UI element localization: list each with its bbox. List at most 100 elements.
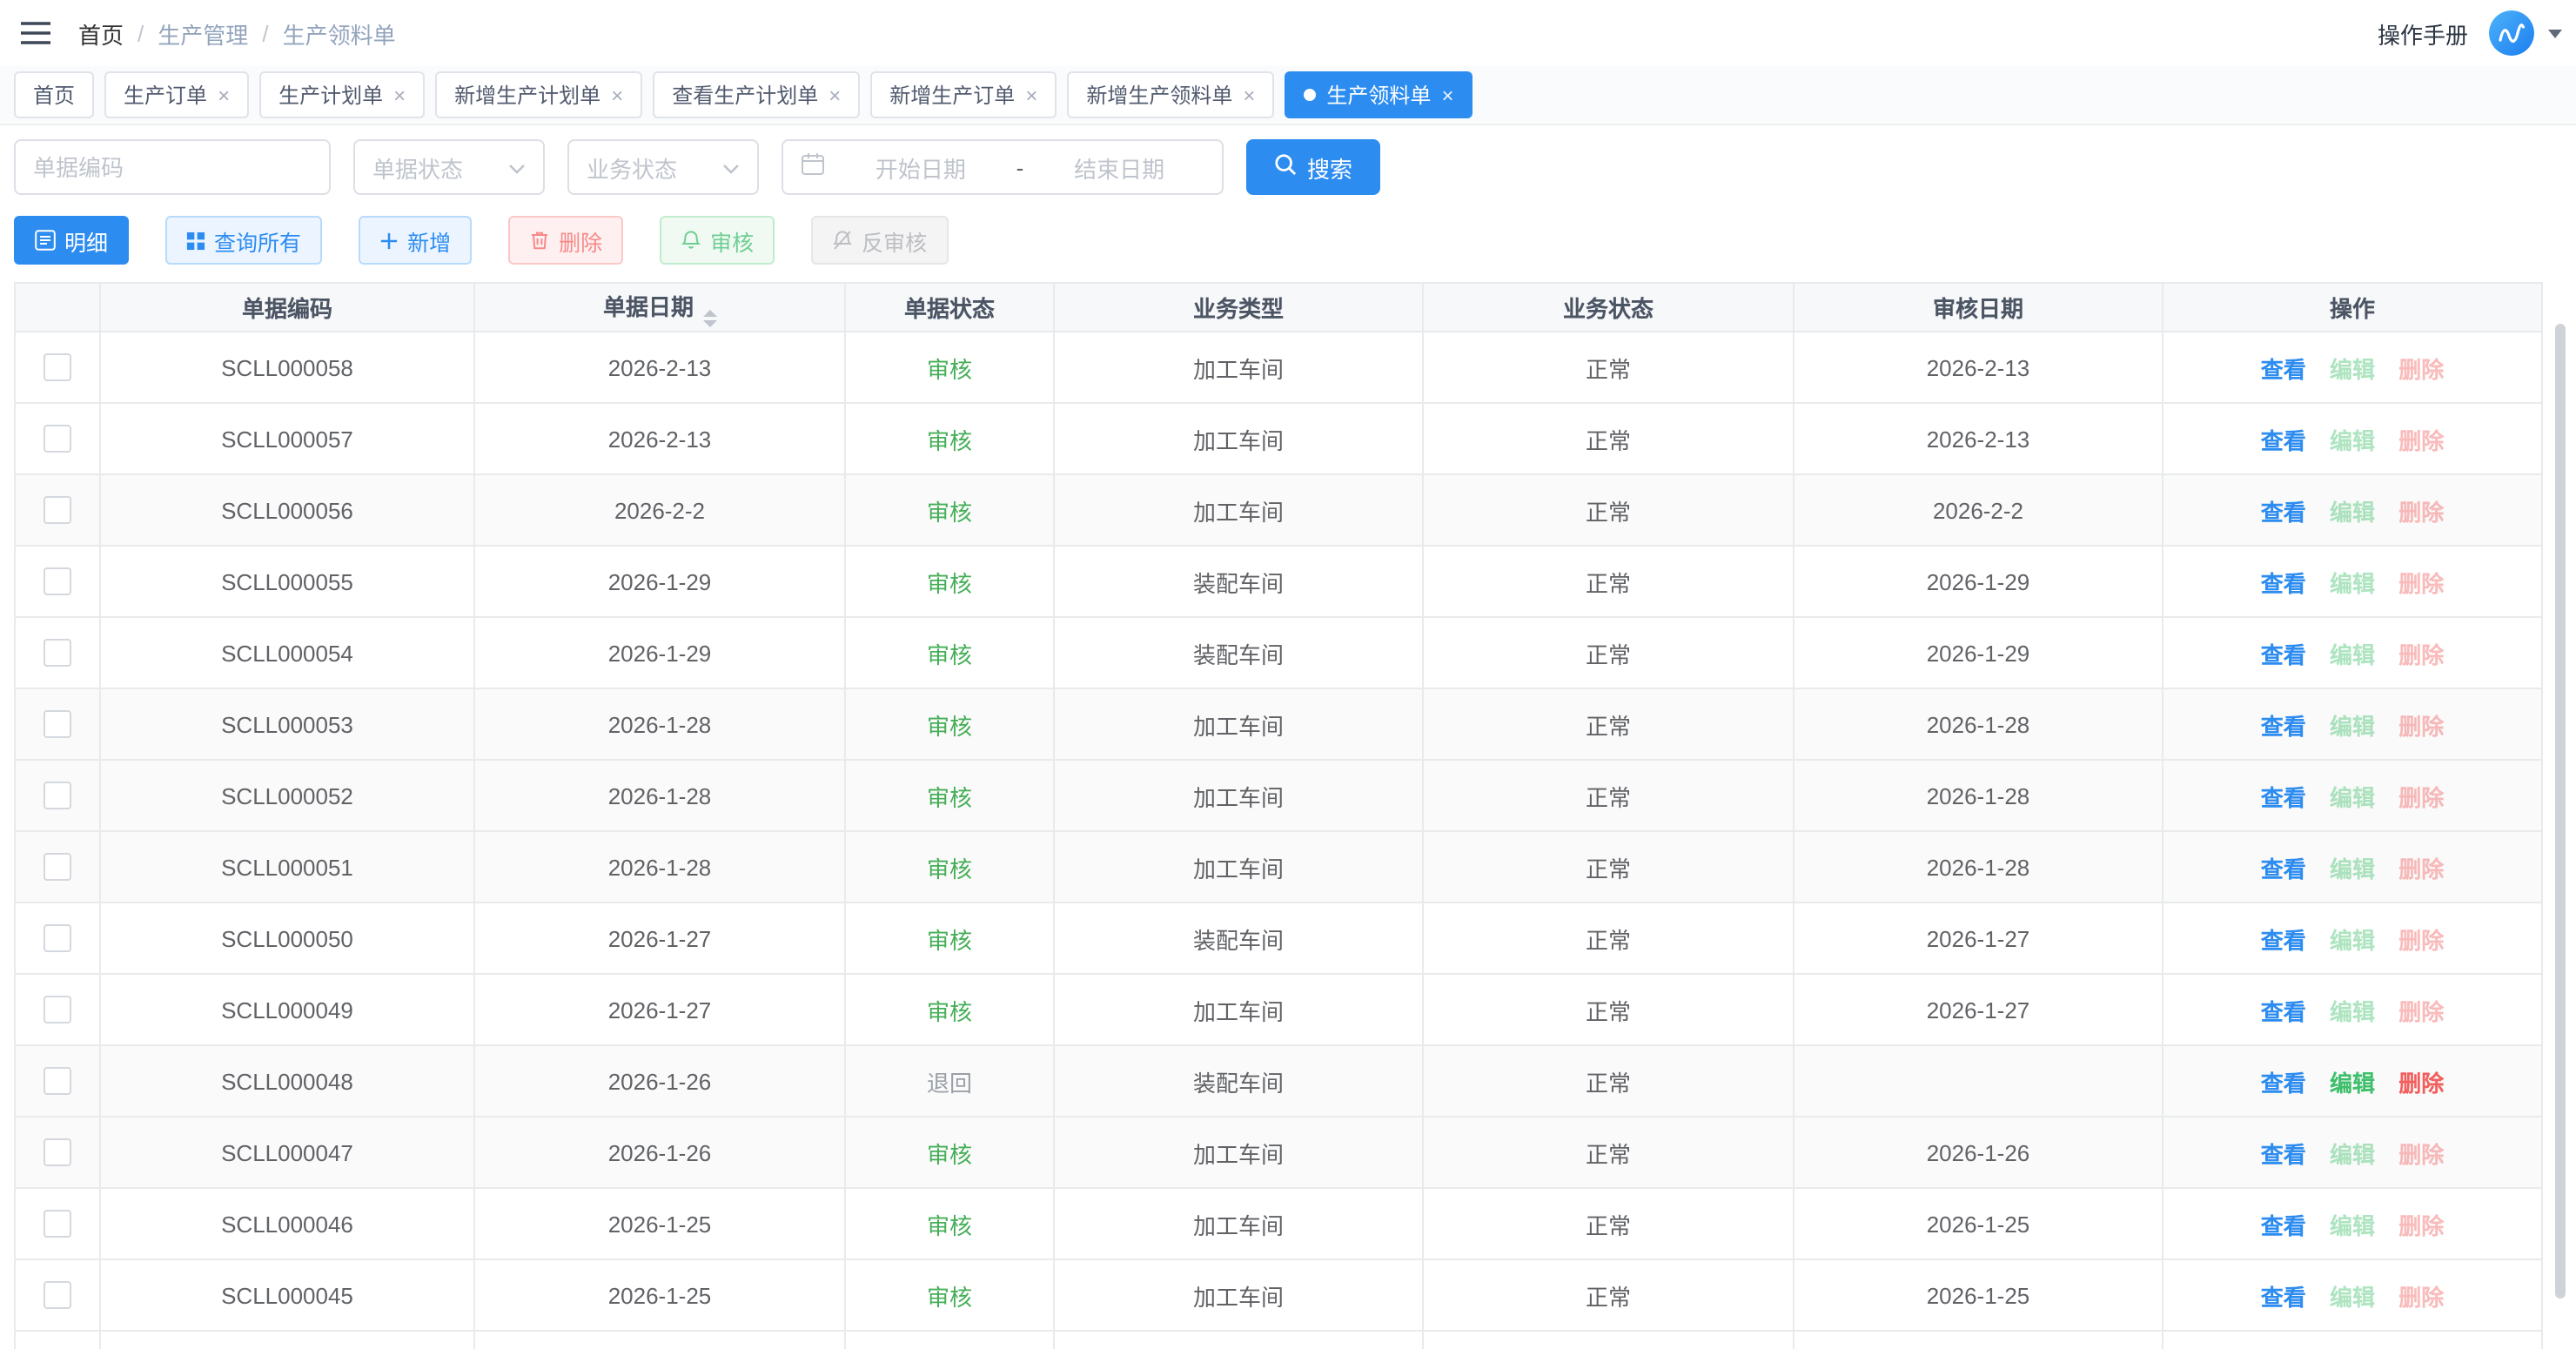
view-link[interactable]: 查看 <box>2261 641 2306 668</box>
tab-close-icon[interactable]: × <box>1441 84 1453 105</box>
manual-link[interactable]: 操作手册 <box>2378 17 2468 50</box>
view-link[interactable]: 查看 <box>2261 499 2306 525</box>
view-link[interactable]: 查看 <box>2261 1070 2306 1096</box>
row-checkbox[interactable] <box>44 640 71 668</box>
edit-link[interactable]: 编辑 <box>2330 998 2375 1024</box>
cell-audit-date: 2026-1-25 <box>1794 1259 2163 1331</box>
edit-link[interactable]: 编辑 <box>2330 641 2375 668</box>
tab-close-icon[interactable]: × <box>1025 84 1037 105</box>
row-checkbox[interactable] <box>44 1139 71 1167</box>
row-checkbox[interactable] <box>44 1068 71 1096</box>
search-button[interactable]: 搜索 <box>1246 139 1380 195</box>
cell-audit-date: 2026-2-13 <box>1794 332 2163 403</box>
edit-link[interactable]: 编辑 <box>2330 570 2375 596</box>
row-checkbox[interactable] <box>44 925 71 953</box>
delete-link[interactable]: 删除 <box>2398 784 2444 810</box>
edit-link[interactable]: 编辑 <box>2330 713 2375 739</box>
edit-link[interactable]: 编辑 <box>2330 499 2375 525</box>
delete-link[interactable]: 删除 <box>2398 1212 2444 1238</box>
row-checkbox[interactable] <box>44 997 71 1024</box>
tab[interactable]: 新增生产领料单 × <box>1067 71 1274 118</box>
delete-link[interactable]: 删除 <box>2398 713 2444 739</box>
delete-link[interactable]: 删除 <box>2398 927 2444 953</box>
delete-link[interactable]: 删除 <box>2398 641 2444 668</box>
view-link[interactable]: 查看 <box>2261 1212 2306 1238</box>
cell-biz-status: 正常 <box>1423 332 1794 403</box>
tab-close-icon[interactable]: × <box>828 84 841 105</box>
delete-button[interactable]: 删除 <box>508 216 623 265</box>
tab-close-icon[interactable]: × <box>1243 84 1255 105</box>
tab[interactable]: 首页 <box>14 71 94 118</box>
tab[interactable]: 生产订单 × <box>104 71 249 118</box>
edit-link[interactable]: 编辑 <box>2330 1212 2375 1238</box>
scrollbar-thumb[interactable] <box>2555 324 2566 1299</box>
menu-toggle-icon[interactable] <box>21 21 50 45</box>
detail-button[interactable]: 明细 <box>14 216 129 265</box>
query-all-button[interactable]: 查询所有 <box>165 216 322 265</box>
edit-link[interactable]: 编辑 <box>2330 927 2375 953</box>
tab[interactable]: 新增生产计划单 × <box>435 71 642 118</box>
table-header-row: 单据编码单据日期单据状态业务类型业务状态审核日期操作 <box>15 283 2542 332</box>
edit-link[interactable]: 编辑 <box>2330 856 2375 882</box>
row-checkbox[interactable] <box>44 711 71 739</box>
delete-link[interactable]: 删除 <box>2398 1141 2444 1167</box>
select-column-header <box>15 283 100 332</box>
view-link[interactable]: 查看 <box>2261 427 2306 453</box>
cell-doc-code: SCLL000058 <box>100 332 474 403</box>
delete-link[interactable]: 删除 <box>2398 427 2444 453</box>
delete-link[interactable]: 删除 <box>2398 1284 2444 1310</box>
avatar[interactable] <box>2489 10 2534 56</box>
view-link[interactable]: 查看 <box>2261 713 2306 739</box>
row-checkbox[interactable] <box>44 782 71 810</box>
view-link[interactable]: 查看 <box>2261 856 2306 882</box>
edit-link[interactable]: 编辑 <box>2330 1284 2375 1310</box>
view-link[interactable]: 查看 <box>2261 927 2306 953</box>
tab-close-icon[interactable]: × <box>218 84 230 105</box>
column-header[interactable]: 单据日期 <box>474 283 845 332</box>
tab[interactable]: 查看生产计划单 × <box>653 71 860 118</box>
delete-link[interactable]: 删除 <box>2398 856 2444 882</box>
edit-link[interactable]: 编辑 <box>2330 784 2375 810</box>
cell-doc-status: 审核 <box>845 760 1054 831</box>
view-link[interactable]: 查看 <box>2261 998 2306 1024</box>
row-checkbox[interactable] <box>44 854 71 882</box>
edit-link[interactable]: 编辑 <box>2330 1070 2375 1096</box>
delete-link[interactable]: 删除 <box>2398 356 2444 382</box>
doc-status-select[interactable]: 单据状态 <box>353 139 545 195</box>
sort-icon[interactable] <box>702 309 716 326</box>
row-checkbox[interactable] <box>44 497 71 525</box>
cell-doc-date: 2026-1-26 <box>474 1045 845 1117</box>
doc-code-input[interactable] <box>14 139 331 195</box>
view-link[interactable]: 查看 <box>2261 1141 2306 1167</box>
date-range-picker[interactable]: 开始日期 - 结束日期 <box>782 139 1224 195</box>
breadcrumb-home[interactable]: 首页 <box>78 17 124 50</box>
audit-button[interactable]: 审核 <box>660 216 775 265</box>
view-link[interactable]: 查看 <box>2261 570 2306 596</box>
edit-link[interactable]: 编辑 <box>2330 356 2375 382</box>
edit-link[interactable]: 编辑 <box>2330 427 2375 453</box>
view-link[interactable]: 查看 <box>2261 356 2306 382</box>
user-menu-caret-icon[interactable] <box>2548 29 2562 37</box>
unaudit-button[interactable]: 反审核 <box>811 216 948 265</box>
breadcrumb-section[interactable]: 生产管理 <box>158 17 248 50</box>
tab[interactable]: 新增生产订单 × <box>870 71 1057 118</box>
biz-status-select[interactable]: 业务状态 <box>567 139 759 195</box>
view-link[interactable]: 查看 <box>2261 784 2306 810</box>
row-checkbox[interactable] <box>44 1282 71 1310</box>
cell-actions <box>2163 1331 2542 1349</box>
tab-close-icon[interactable]: × <box>611 84 623 105</box>
edit-link[interactable]: 编辑 <box>2330 1141 2375 1167</box>
view-link[interactable]: 查看 <box>2261 1284 2306 1310</box>
delete-link[interactable]: 删除 <box>2398 570 2444 596</box>
tab-close-icon[interactable]: × <box>393 84 406 105</box>
row-checkbox[interactable] <box>44 1211 71 1238</box>
tab[interactable]: 生产领料单 × <box>1285 71 1472 118</box>
row-checkbox[interactable] <box>44 426 71 453</box>
tab[interactable]: 生产计划单 × <box>259 71 425 118</box>
row-checkbox[interactable] <box>44 354 71 382</box>
add-button[interactable]: 新增 <box>359 216 472 265</box>
delete-link[interactable]: 删除 <box>2398 1070 2444 1096</box>
delete-link[interactable]: 删除 <box>2398 998 2444 1024</box>
delete-link[interactable]: 删除 <box>2398 499 2444 525</box>
row-checkbox[interactable] <box>44 568 71 596</box>
